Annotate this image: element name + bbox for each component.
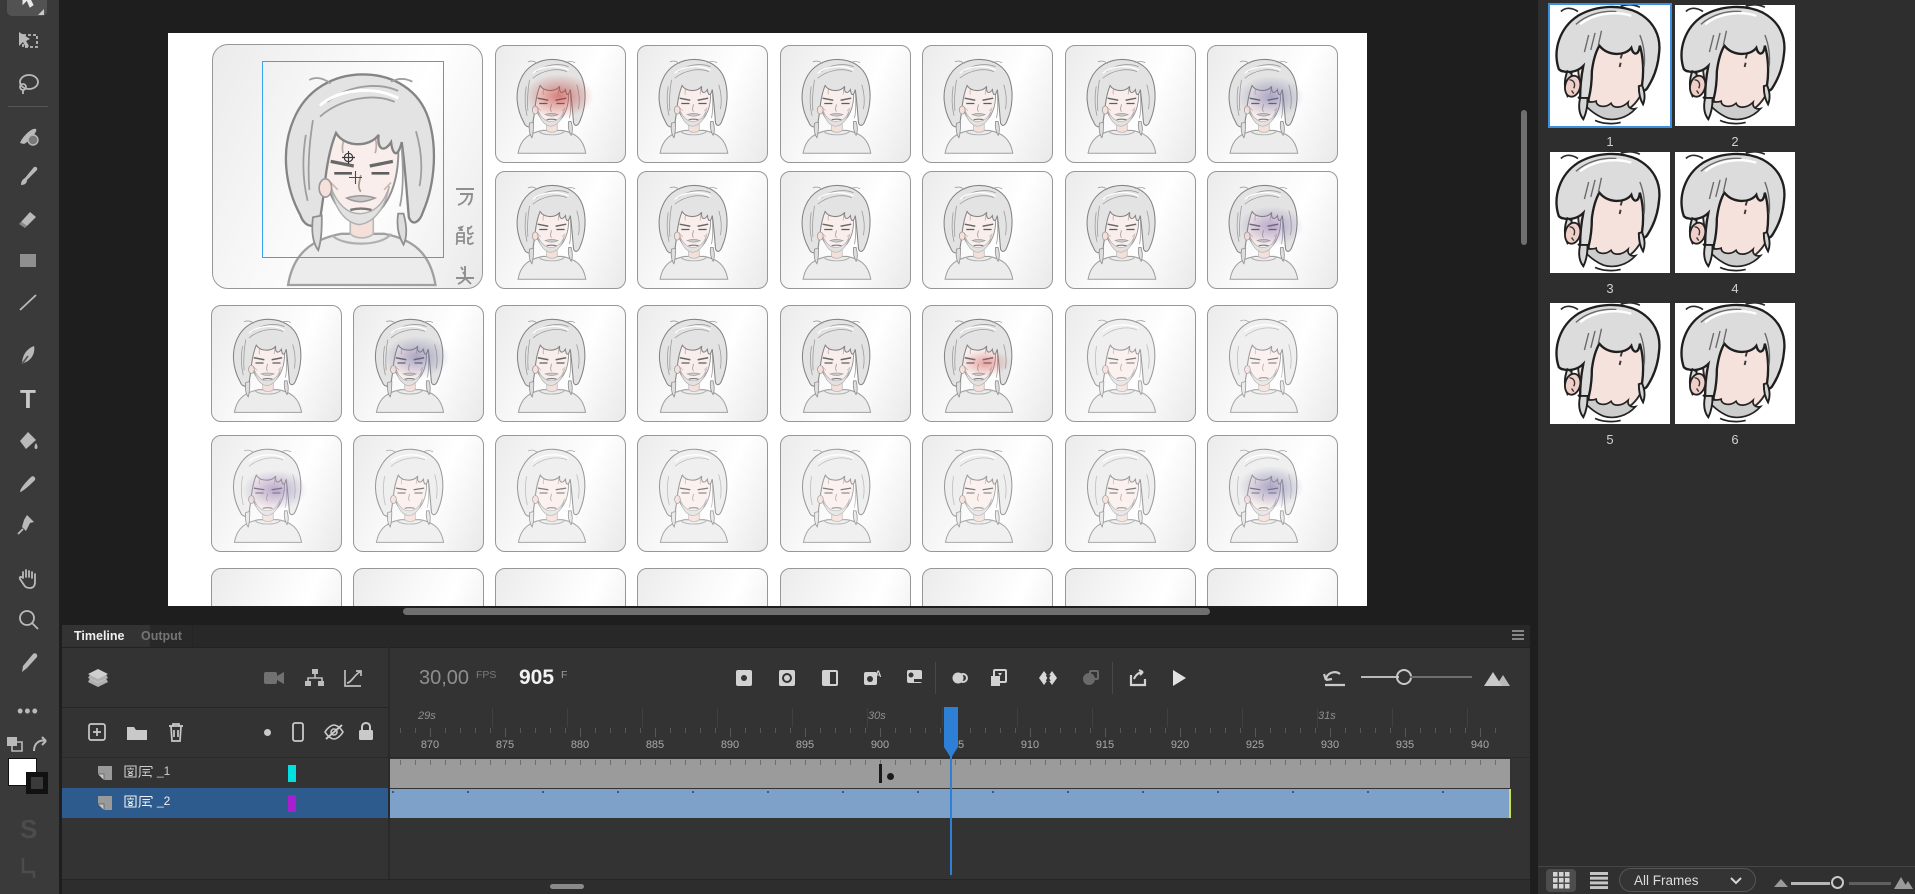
svg-text:A: A bbox=[875, 669, 881, 679]
